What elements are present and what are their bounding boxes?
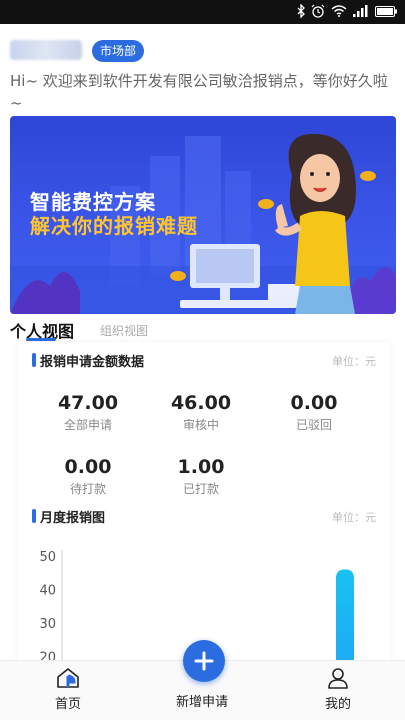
status-bar [0, 0, 405, 24]
bluetooth-icon [297, 4, 305, 18]
active-tab-indicator [26, 338, 56, 341]
status-icons [297, 4, 397, 18]
nav-new-label: 新增申请 [175, 695, 228, 710]
stat-value: 0.00 [290, 392, 338, 414]
promo-banner[interactable]: 智能费控方案 解决你的报销难题 [10, 116, 396, 314]
nav-mine[interactable]: 我的 [298, 667, 378, 712]
amount-section-title: 报销申请金额数据 [40, 354, 145, 370]
chart-bar[interactable] [336, 569, 354, 672]
y-tick-label: 40 [39, 584, 56, 599]
y-tick-label: 50 [39, 550, 56, 565]
stat-label: 全部申请 [63, 418, 112, 432]
battery-icon [375, 5, 397, 17]
nav-new-application[interactable]: 新增申请 [162, 687, 242, 710]
stat-value: 47.00 [57, 392, 119, 414]
view-tabs: 个人视图 组织视图 [0, 316, 405, 342]
stat-all-applications[interactable]: 47.00 全部申请 [33, 392, 143, 433]
tab-organization-view[interactable]: 组织视图 [100, 322, 148, 339]
alarm-icon [311, 4, 325, 18]
monthly-unit-label: 单位：元 [332, 511, 376, 524]
nav-home[interactable]: 首页 [28, 667, 108, 712]
stat-pending-payment[interactable]: 0.00 待打款 [33, 456, 143, 497]
monthly-section-title: 月度报销图 [40, 510, 106, 526]
stat-label: 待打款 [69, 482, 106, 496]
username-blurred [10, 40, 82, 60]
greeting-text: Hi~ 欢迎来到软件开发有限公司敏洽报销点，等你好久啦~ [10, 72, 388, 112]
wifi-icon [331, 5, 347, 17]
stat-value: 46.00 [170, 392, 232, 414]
user-icon [328, 668, 348, 689]
home-icon [57, 668, 79, 688]
stat-rejected[interactable]: 0.00 已驳回 [259, 392, 369, 433]
stat-under-review[interactable]: 46.00 审核中 [146, 392, 256, 433]
amount-unit-label: 单位：元 [332, 355, 376, 368]
stat-label: 审核中 [182, 418, 219, 432]
stat-value: 0.00 [64, 456, 112, 478]
stat-paid[interactable]: 1.00 已打款 [146, 456, 256, 497]
stat-value: 1.00 [177, 456, 225, 478]
y-tick-label: 30 [39, 617, 56, 632]
nav-home-label: 首页 [54, 697, 81, 712]
signal-icon [353, 5, 368, 17]
nav-mine-label: 我的 [324, 697, 351, 712]
user-header: 市场部 Hi~ 欢迎来到软件开发有限公司敏洽报销点，等你好久啦~ [0, 24, 405, 116]
stat-label: 已打款 [182, 482, 219, 496]
section-marker [32, 353, 36, 367]
department-badge: 市场部 [92, 40, 145, 62]
add-application-button[interactable] [183, 640, 225, 682]
stat-label: 已驳回 [295, 418, 332, 432]
amount-section-header: 报销申请金额数据 [32, 350, 144, 370]
monthly-section-header: 月度报销图 [32, 506, 105, 526]
stats-card: 报销申请金额数据 单位：元 47.00 全部申请 46.00 审核中 0.00 … [18, 342, 390, 672]
banner-subheadline: 解决你的报销难题 [30, 214, 198, 238]
plus-icon [194, 651, 214, 671]
section-marker [32, 509, 36, 523]
